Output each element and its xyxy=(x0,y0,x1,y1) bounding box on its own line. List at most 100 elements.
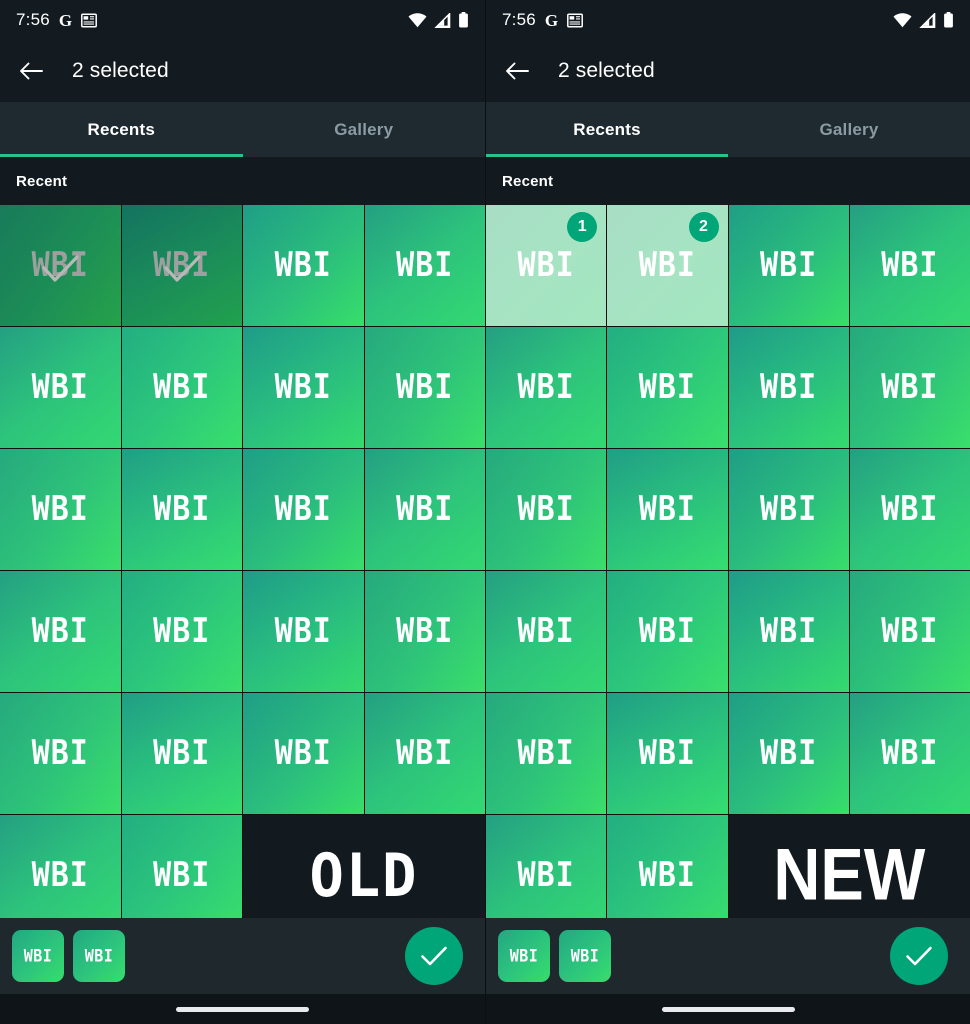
grid-tile[interactable]: WBI xyxy=(486,327,607,448)
wifi-icon xyxy=(408,12,427,27)
section-header-label-new: Recent xyxy=(502,172,554,190)
grid-tile[interactable]: WBI xyxy=(364,571,485,692)
grid-tile-label: WBI xyxy=(31,733,89,774)
grid-tile[interactable]: WBI xyxy=(0,449,121,570)
grid-tile[interactable]: WBI xyxy=(243,327,364,448)
grid-word-label: NEW xyxy=(773,834,926,917)
selected-thumb-1-new[interactable]: WBI xyxy=(498,930,550,982)
grid-tile[interactable]: WBI xyxy=(364,205,485,326)
grid-tile[interactable]: WBI xyxy=(728,205,849,326)
status-bar-old: 7:56 G xyxy=(0,0,485,40)
grid-tile[interactable]: WBI xyxy=(243,449,364,570)
section-header-label-old: Recent xyxy=(16,172,68,190)
grid-tile-selected[interactable]: 1 WBI xyxy=(486,205,607,326)
tab-gallery-new[interactable]: Gallery xyxy=(728,102,970,157)
grid-tile-label: WBI xyxy=(760,245,818,286)
nav-bar-old xyxy=(0,994,485,1024)
confirm-button-old[interactable] xyxy=(405,927,463,985)
grid-tile-label: WBI xyxy=(881,245,939,286)
grid-tile[interactable]: WBI xyxy=(486,571,607,692)
tab-bar-new: Recents Gallery xyxy=(486,102,970,157)
grid-tile-selected[interactable]: 2 WBI xyxy=(607,205,728,326)
photo-grid-new: 1 WBI 2 WBI WBI WBI WBI WBI WBI WBI WBI WBI WBI WBI WB… xyxy=(486,205,970,918)
grid-tile-label: WBI xyxy=(31,367,89,408)
grid-tile[interactable]: WBI xyxy=(0,815,121,918)
tab-gallery-old[interactable]: Gallery xyxy=(243,102,486,157)
app-bar-new: 2 selected xyxy=(486,40,970,102)
confirm-button-new[interactable] xyxy=(890,927,948,985)
tab-recents-new[interactable]: Recents xyxy=(486,102,728,157)
grid-tile[interactable]: WBI xyxy=(243,571,364,692)
cellular-signal-icon xyxy=(919,12,936,28)
selection-order-badge: 2 xyxy=(688,212,719,242)
selected-thumb-2-new[interactable]: WBI xyxy=(559,930,611,982)
grid-tile-label: WBI xyxy=(31,855,89,896)
back-button-old[interactable] xyxy=(18,58,44,84)
grid-container-old[interactable]: WBI WBI WBI WBI WBI WBI WBI WBI WBI WBI WBI WBI WBI W… xyxy=(0,205,485,918)
grid-tile[interactable]: WBI xyxy=(607,571,728,692)
cellular-signal-icon xyxy=(434,12,451,28)
tab-bar-old: Recents Gallery xyxy=(0,102,485,157)
grid-tile[interactable]: WBI xyxy=(728,449,849,570)
grid-tile[interactable]: WBI xyxy=(728,327,849,448)
grid-tile[interactable]: WBI xyxy=(849,693,970,814)
grid-tile[interactable]: WBI xyxy=(364,327,485,448)
grid-tile[interactable]: WBI xyxy=(121,815,242,918)
grid-tile[interactable]: WBI xyxy=(243,205,364,326)
grid-container-new[interactable]: 1 WBI 2 WBI WBI WBI WBI WBI WBI WBI WBI WBI WBI WBI WB… xyxy=(486,205,970,918)
battery-icon xyxy=(459,12,468,28)
page-title-new: 2 selected xyxy=(558,59,655,82)
grid-tile[interactable]: WBI xyxy=(486,815,607,918)
grid-tile-label: WBI xyxy=(517,733,575,774)
wifi-icon xyxy=(893,12,912,27)
grid-tile[interactable]: WBI xyxy=(121,327,242,448)
grid-tile[interactable]: WBI xyxy=(0,693,121,814)
grid-tile[interactable]: WBI xyxy=(0,327,121,448)
panel-old: 7:56 G 2 selected Recents Gallery Recent… xyxy=(0,0,485,1024)
status-bar-right-old xyxy=(408,12,469,28)
grid-tile-label: WBI xyxy=(153,245,211,286)
grid-tile-label: WBI xyxy=(396,611,454,652)
grid-tile[interactable]: WBI xyxy=(121,693,242,814)
grid-tile[interactable]: WBI xyxy=(121,449,242,570)
grid-tile[interactable]: WBI xyxy=(849,449,970,570)
tab-recents-old[interactable]: Recents xyxy=(0,102,243,157)
grid-tile[interactable]: WBI xyxy=(364,693,485,814)
grid-tile[interactable]: WBI xyxy=(121,571,242,692)
grid-tile[interactable]: WBI xyxy=(607,449,728,570)
battery-icon xyxy=(944,12,953,28)
home-gesture-pill-old[interactable] xyxy=(176,1006,309,1012)
grid-tile-label: WBI xyxy=(274,367,332,408)
selected-thumb-1-old[interactable]: WBI xyxy=(12,930,64,982)
grid-tile[interactable]: WBI xyxy=(607,327,728,448)
selected-thumb-2-old[interactable]: WBI xyxy=(73,930,125,982)
grid-tile[interactable]: WBI xyxy=(243,693,364,814)
grid-tile[interactable]: WBI xyxy=(728,571,849,692)
grid-tile[interactable]: WBI xyxy=(728,693,849,814)
grid-tile-label: WBI xyxy=(638,489,696,530)
google-g-icon: G xyxy=(544,10,559,30)
grid-tile[interactable]: WBI xyxy=(0,571,121,692)
grid-tile[interactable]: WBI xyxy=(849,205,970,326)
grid-tile-label: WBI xyxy=(881,367,939,408)
grid-tile-selected[interactable]: WBI xyxy=(0,205,121,326)
grid-tile[interactable]: WBI xyxy=(486,449,607,570)
back-button-new[interactable] xyxy=(504,58,530,84)
grid-tile-selected[interactable]: WBI xyxy=(121,205,242,326)
grid-tile[interactable]: WBI xyxy=(364,449,485,570)
grid-tile[interactable]: WBI xyxy=(607,815,728,918)
status-bar-clock: 7:56 xyxy=(502,10,536,29)
grid-tile-label: WBI xyxy=(638,733,696,774)
grid-tile[interactable]: WBI xyxy=(849,571,970,692)
grid-tile-label: WBI xyxy=(760,733,818,774)
tab-indicator-new xyxy=(486,154,728,157)
grid-tile[interactable]: WBI xyxy=(607,693,728,814)
grid-tile[interactable]: WBI xyxy=(849,327,970,448)
nav-bar-new xyxy=(486,994,970,1024)
grid-tile-label: WBI xyxy=(760,489,818,530)
grid-tile-label: WBI xyxy=(881,611,939,652)
grid-tile-label: WBI xyxy=(638,245,696,286)
home-gesture-pill-new[interactable] xyxy=(661,1006,795,1012)
grid-tile[interactable]: WBI xyxy=(486,693,607,814)
grid-word-cell-old: OLD xyxy=(243,815,485,918)
